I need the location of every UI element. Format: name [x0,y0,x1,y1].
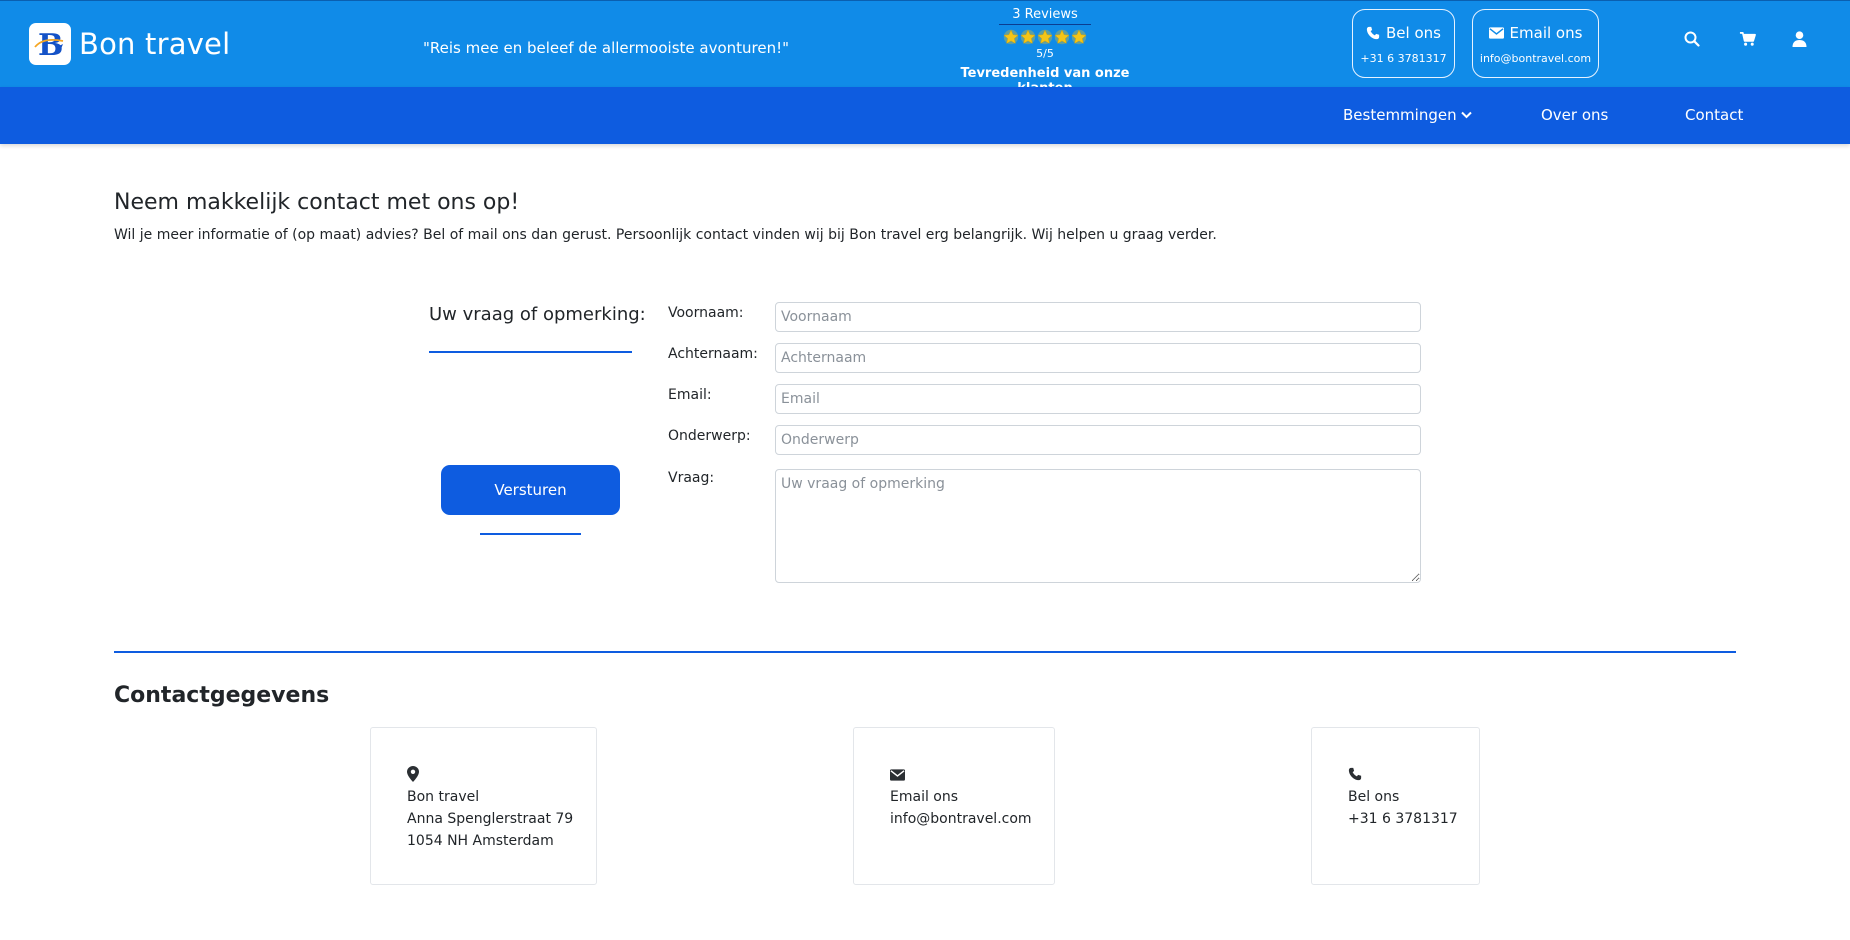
star-icon [1054,29,1070,45]
card-title: Email ons [890,789,959,805]
call-us-button[interactable]: Bel ons +31 6 3781317 [1352,9,1455,78]
reviews-score: 5/5 [1036,47,1054,60]
reviews-widget[interactable]: 3 Reviews 5/5 [990,7,1100,60]
address-card: Bon travel Anna Spenglerstraat 79 1054 N… [370,727,597,885]
call-us-number: +31 6 3781317 [1360,52,1447,65]
nav-item-label: Over ons [1541,106,1609,124]
submit-button[interactable]: Versturen [441,465,620,515]
heading-underline [429,351,632,353]
nav-item-label: Bestemmingen [1343,106,1457,124]
last-name-input[interactable] [775,343,1421,373]
brand-name: Bon travel [79,27,231,61]
main-nav: Bestemmingen Over ons Contact [0,87,1850,144]
email-input[interactable] [775,384,1421,414]
svg-text:B: B [38,28,63,61]
card-title: Bon travel [407,789,480,805]
subject-input[interactable] [775,425,1421,455]
card-title: Bel ons [1348,789,1400,805]
button-underline [480,533,581,535]
question-textarea[interactable] [775,469,1421,583]
form-heading: Uw vraag of opmerking: [429,304,646,325]
cart-icon[interactable] [1739,31,1756,51]
first-name-label: Voornaam: [668,305,744,321]
email-address-link[interactable]: info@bontravel.com [890,808,1032,830]
phone-icon [1366,26,1380,40]
user-icon[interactable] [1792,31,1807,51]
first-name-input[interactable] [775,302,1421,332]
top-header: B Bon travel "Reis mee en beleef de alle… [0,0,1850,96]
page-title: Neem makkelijk contact met ons op! [114,190,520,215]
reviews-count[interactable]: 3 Reviews [999,7,1091,25]
star-icon [1020,29,1036,45]
address-line: Anna Spenglerstraat 79 [407,811,574,827]
chevron-down-icon [1460,111,1472,119]
nav-item-bestemmingen[interactable]: Bestemmingen [1343,106,1472,124]
phone-number-link[interactable]: +31 6 3781317 [1348,808,1458,830]
email-us-address: info@bontravel.com [1479,52,1592,65]
map-pin-icon [407,766,573,786]
subject-label: Onderwerp: [668,428,751,444]
call-us-label: Bel ons [1386,24,1441,42]
nav-item-label: Contact [1685,106,1744,124]
phone-icon [1348,766,1458,786]
question-label: Vraag: [668,470,715,486]
contact-details-title: Contactgegevens [114,683,330,708]
nav-item-contact[interactable]: Contact [1685,106,1743,124]
address-line: 1054 NH Amsterdam [407,833,554,849]
email-us-label: Email ons [1509,24,1583,42]
envelope-icon [1488,27,1504,39]
star-rating [990,29,1100,45]
search-icon[interactable] [1684,31,1700,51]
email-card: Email ons info@bontravel.com [853,727,1055,885]
intro-text: Wil je meer informatie of (op maat) advi… [114,227,1217,243]
star-icon [1037,29,1053,45]
star-icon [1003,29,1019,45]
envelope-icon [890,766,1032,786]
brand-logo[interactable]: B Bon travel [29,23,230,65]
star-icon [1071,29,1087,45]
section-divider [114,651,1736,653]
last-name-label: Achternaam: [668,346,758,362]
phone-card: Bel ons +31 6 3781317 [1311,727,1480,885]
nav-item-over-ons[interactable]: Over ons [1541,106,1608,124]
email-us-button[interactable]: Email ons info@bontravel.com [1472,9,1599,78]
logo-mark-icon: B [29,23,71,65]
email-label: Email: [668,387,712,403]
tagline: "Reis mee en beleef de allermooiste avon… [423,39,790,57]
